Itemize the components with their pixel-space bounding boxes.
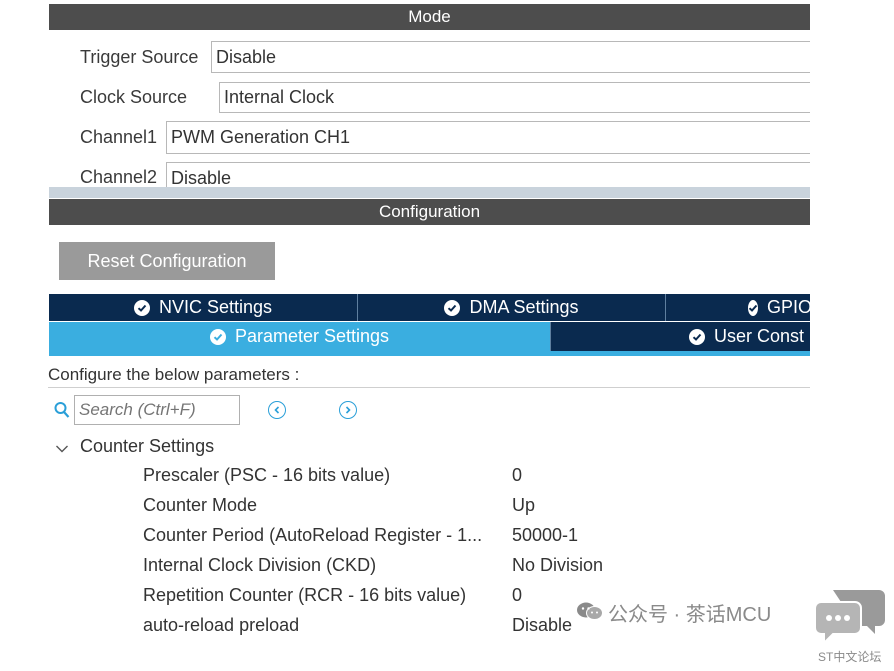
mode-title: Mode xyxy=(408,7,451,26)
param-value-auto-reload-preload[interactable]: Disable xyxy=(512,615,572,636)
check-circle-icon xyxy=(133,299,150,316)
trigger-source-value: Disable xyxy=(216,46,277,67)
clock-source-label: Clock Source xyxy=(80,87,188,107)
mode-section-header: Mode xyxy=(49,4,810,30)
tab-nvic-settings[interactable]: NVIC Settings xyxy=(49,294,358,321)
tab-gpio-settings[interactable]: GPIO xyxy=(666,294,810,321)
trigger-source-select[interactable]: Disable xyxy=(211,41,810,73)
tab-nvic-settings-label: NVIC Settings xyxy=(158,297,273,317)
search-input[interactable] xyxy=(74,395,240,425)
check-circle-icon xyxy=(209,328,226,345)
chevron-down-icon[interactable] xyxy=(55,441,69,459)
chat-bubble-logo-icon xyxy=(814,586,887,649)
channel2-value: Disable xyxy=(171,168,232,188)
param-value-counter-period[interactable]: 50000-1 xyxy=(512,525,578,546)
tab-dma-settings[interactable]: DMA Settings xyxy=(358,294,666,321)
tab-dma-settings-label: DMA Settings xyxy=(469,297,579,317)
check-circle-icon xyxy=(689,328,705,345)
logo-caption: ST中文论坛 xyxy=(818,650,882,664)
tab-user-constants[interactable]: User Const xyxy=(551,322,810,351)
reset-configuration-label: Reset Configuration xyxy=(87,250,247,271)
channel1-label: Channel1 xyxy=(80,127,158,147)
check-circle-icon xyxy=(748,299,758,316)
param-value-clock-division[interactable]: No Division xyxy=(512,555,603,576)
tab-user-constants-label: User Const xyxy=(714,326,805,346)
counter-settings-group-label[interactable]: Counter Settings xyxy=(80,436,214,457)
watermark-text: 公众号 · 茶话MCU xyxy=(608,604,772,626)
search-icon xyxy=(54,401,70,424)
clock-source-select[interactable]: Internal Clock xyxy=(219,82,810,113)
param-name-clock-division: Internal Clock Division (CKD) xyxy=(143,555,377,575)
configuration-title: Configuration xyxy=(378,202,481,221)
tab-parameter-settings-label: Parameter Settings xyxy=(234,326,390,346)
channel1-select[interactable]: PWM Generation CH1 xyxy=(166,121,810,154)
configuration-section-header: Configuration xyxy=(49,199,810,225)
param-name-prescaler: Prescaler (PSC - 16 bits value) xyxy=(143,465,391,485)
param-value-counter-mode[interactable]: Up xyxy=(512,495,535,516)
channel2-label: Channel2 xyxy=(80,167,158,187)
tab-underline xyxy=(49,351,810,356)
next-match-button[interactable] xyxy=(339,401,357,419)
param-value-repetition-counter[interactable]: 0 xyxy=(512,585,522,606)
hint-divider xyxy=(48,387,810,388)
param-name-counter-period: Counter Period (AutoReload Register - 1.… xyxy=(143,525,483,545)
check-circle-icon xyxy=(444,299,461,316)
clock-source-value: Internal Clock xyxy=(224,87,335,107)
previous-match-button[interactable] xyxy=(268,401,286,419)
trigger-source-label: Trigger Source xyxy=(80,47,199,67)
param-value-prescaler[interactable]: 0 xyxy=(512,465,522,486)
tab-parameter-settings[interactable]: Parameter Settings xyxy=(49,322,551,351)
mode-scrollbar[interactable] xyxy=(49,187,810,198)
channel1-value: PWM Generation CH1 xyxy=(171,127,351,147)
param-name-repetition-counter: Repetition Counter (RCR - 16 bits value) xyxy=(143,585,467,605)
param-name-counter-mode: Counter Mode xyxy=(143,495,258,515)
tab-gpio-settings-label: GPIO xyxy=(767,297,810,317)
channel2-select[interactable]: Disable xyxy=(166,162,810,188)
chevron-left-icon xyxy=(274,406,280,414)
chevron-right-icon xyxy=(345,406,351,414)
configure-hint: Configure the below parameters : xyxy=(48,365,300,384)
reset-configuration-button[interactable]: Reset Configuration xyxy=(59,242,275,280)
wechat-icon xyxy=(576,601,604,626)
param-name-auto-reload-preload: auto-reload preload xyxy=(143,615,300,635)
